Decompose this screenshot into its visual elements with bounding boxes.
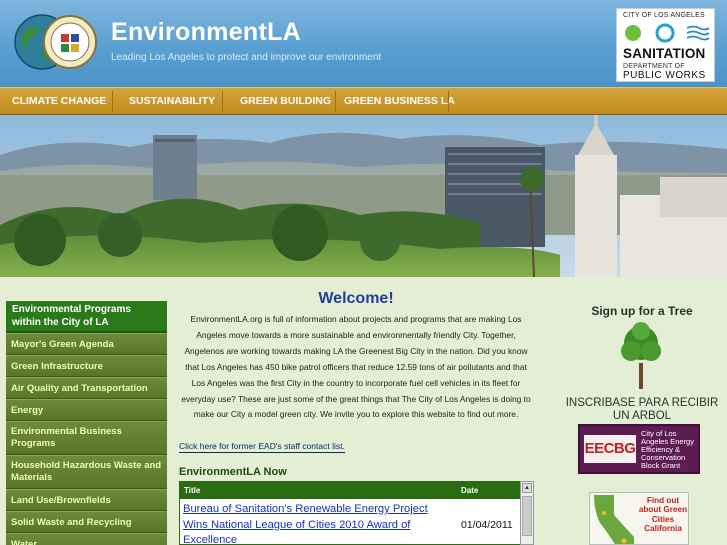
sidebar-item-land-use[interactable]: Land Use/Brownfields (6, 489, 167, 511)
la-city-seal-logo[interactable] (14, 14, 98, 70)
news-item-date: 01/04/2011 (461, 519, 513, 531)
scroll-up-arrow-icon[interactable]: ▲ (522, 483, 532, 493)
nav-sustainability[interactable]: SUSTAINABILITY (117, 88, 227, 115)
nav-divider (112, 91, 113, 112)
intro-paragraph: EnvironmentLA.org is full of information… (181, 314, 531, 420)
sidebar-item-energy[interactable]: Energy (6, 399, 167, 421)
news-item-link[interactable]: Bureau of Sanitation's Renewable Energy … (183, 502, 448, 544)
nav-divider (448, 91, 449, 112)
green-cities-text: Find out about Green Cities California (638, 496, 688, 534)
welcome-heading: Welcome! (318, 290, 394, 307)
sidebar-item-mayors-green-agenda[interactable]: Mayor's Green Agenda (6, 333, 167, 355)
site-tagline: Leading Los Angeles to protect and impro… (111, 52, 382, 63)
site-header: EnvironmentLA Leading Los Angeles to pro… (0, 0, 727, 87)
column-date: Date (461, 486, 479, 495)
sidebar-item-green-infrastructure[interactable]: Green Infrastructure (6, 355, 167, 377)
sanitation-icons (625, 23, 710, 43)
public-works-label: PUBLIC WORKS (623, 70, 706, 81)
sidebar-item-solid-waste[interactable]: Solid Waste and Recycling (6, 511, 167, 533)
right-sidebar: Sign up for a Tree INSCRIBASE PARA RECIB… (557, 276, 727, 545)
la-skyline-banner (0, 115, 727, 277)
nav-climate-change[interactable]: CLIMATE CHANGE (0, 88, 118, 115)
sign-up-tree-link[interactable]: Sign up for a Tree (557, 304, 727, 318)
news-scrollbar[interactable]: ▲ (520, 481, 534, 545)
eecbg-abbreviation: EECBG (584, 435, 636, 463)
sanitation-dept-label: DEPARTMENT OF (623, 63, 685, 70)
tree-icon[interactable] (619, 321, 663, 391)
environmentla-now-heading: EnvironmentLA Now (179, 466, 287, 478)
site-title[interactable]: EnvironmentLA (111, 18, 301, 47)
nav-green-business-la[interactable]: GREEN BUSINESS LA (332, 88, 467, 115)
sanitation-title: SANITATION (623, 46, 706, 61)
inscribase-link[interactable]: INSCRIBASE PARA RECIBIR UN ARBOL (557, 397, 727, 423)
nav-green-building[interactable]: GREEN BUILDING (228, 88, 343, 115)
sidebar-item-household-hazardous-waste[interactable]: Household Hazardous Waste and Materials (6, 455, 167, 489)
staff-contact-link[interactable]: Click here for former EAD's staff contac… (179, 441, 345, 453)
sidebar-item-air-quality[interactable]: Air Quality and Transportation (6, 377, 167, 399)
green-cities-banner[interactable]: Find out about Green Cities California (589, 492, 689, 545)
nav-divider (222, 91, 223, 112)
sidebar-header: Environmental Programs within the City o… (6, 301, 167, 333)
column-title: Title (184, 486, 201, 495)
main-content: Welcome! EnvironmentLA.org is full of in… (178, 290, 538, 545)
news-table-header: Title Date (180, 482, 521, 499)
sidebar-item-environmental-business[interactable]: Environmental Business Programs (6, 421, 167, 455)
sidebar-item-water[interactable]: Water (6, 533, 167, 545)
sanitation-logo[interactable]: CITY OF LOS ANGELES SANITATION DEPARTMEN… (616, 8, 715, 82)
scroll-thumb[interactable] (522, 496, 532, 536)
programs-sidebar: Environmental Programs within the City o… (6, 301, 167, 545)
news-table: Title Date Bureau of Sanitation's Renewa… (179, 481, 522, 545)
eecbg-banner[interactable]: EECBG City of Los Angeles Energy Efficie… (578, 424, 700, 474)
main-nav: CLIMATE CHANGE SUSTAINABILITY GREEN BUIL… (0, 87, 727, 115)
eecbg-description: City of Los Angeles Energy Efficiency & … (641, 429, 694, 470)
sanitation-city-label: CITY OF LOS ANGELES (623, 12, 705, 19)
